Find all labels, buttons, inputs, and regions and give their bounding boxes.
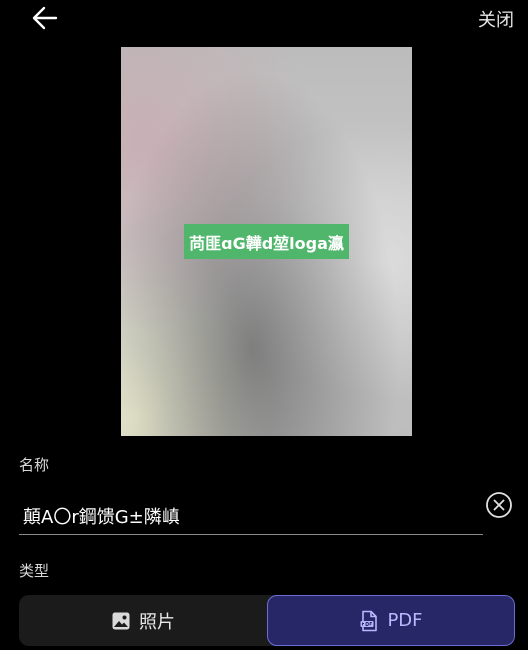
name-input[interactable]: 顛A〇r鋼馈G±隣嵮: [19, 497, 483, 535]
type-option-photo-label: 照片: [139, 611, 175, 633]
type-option-pdf[interactable]: PDF: [267, 595, 515, 646]
pdf-file-icon: [360, 610, 378, 631]
close-circle-icon: [486, 492, 512, 518]
name-section-label: 名称: [19, 456, 50, 474]
preview-label-badge: 苘匪ɑG韡d堃loga瀛: [184, 224, 349, 259]
type-option-pdf-label: PDF: [387, 610, 423, 631]
document-preview: 苘匪ɑG韡d堃loga瀛: [121, 47, 412, 436]
top-bar: 关闭: [0, 0, 528, 36]
type-section-label: 类型: [19, 562, 50, 580]
type-option-photo[interactable]: 照片: [19, 595, 267, 646]
type-toggle: 照片 PDF: [19, 595, 515, 646]
image-icon: [112, 612, 130, 629]
clear-name-button[interactable]: [485, 491, 513, 519]
arrow-left-icon: [32, 6, 58, 30]
close-button[interactable]: 关闭: [478, 6, 514, 32]
back-button[interactable]: [30, 4, 62, 32]
